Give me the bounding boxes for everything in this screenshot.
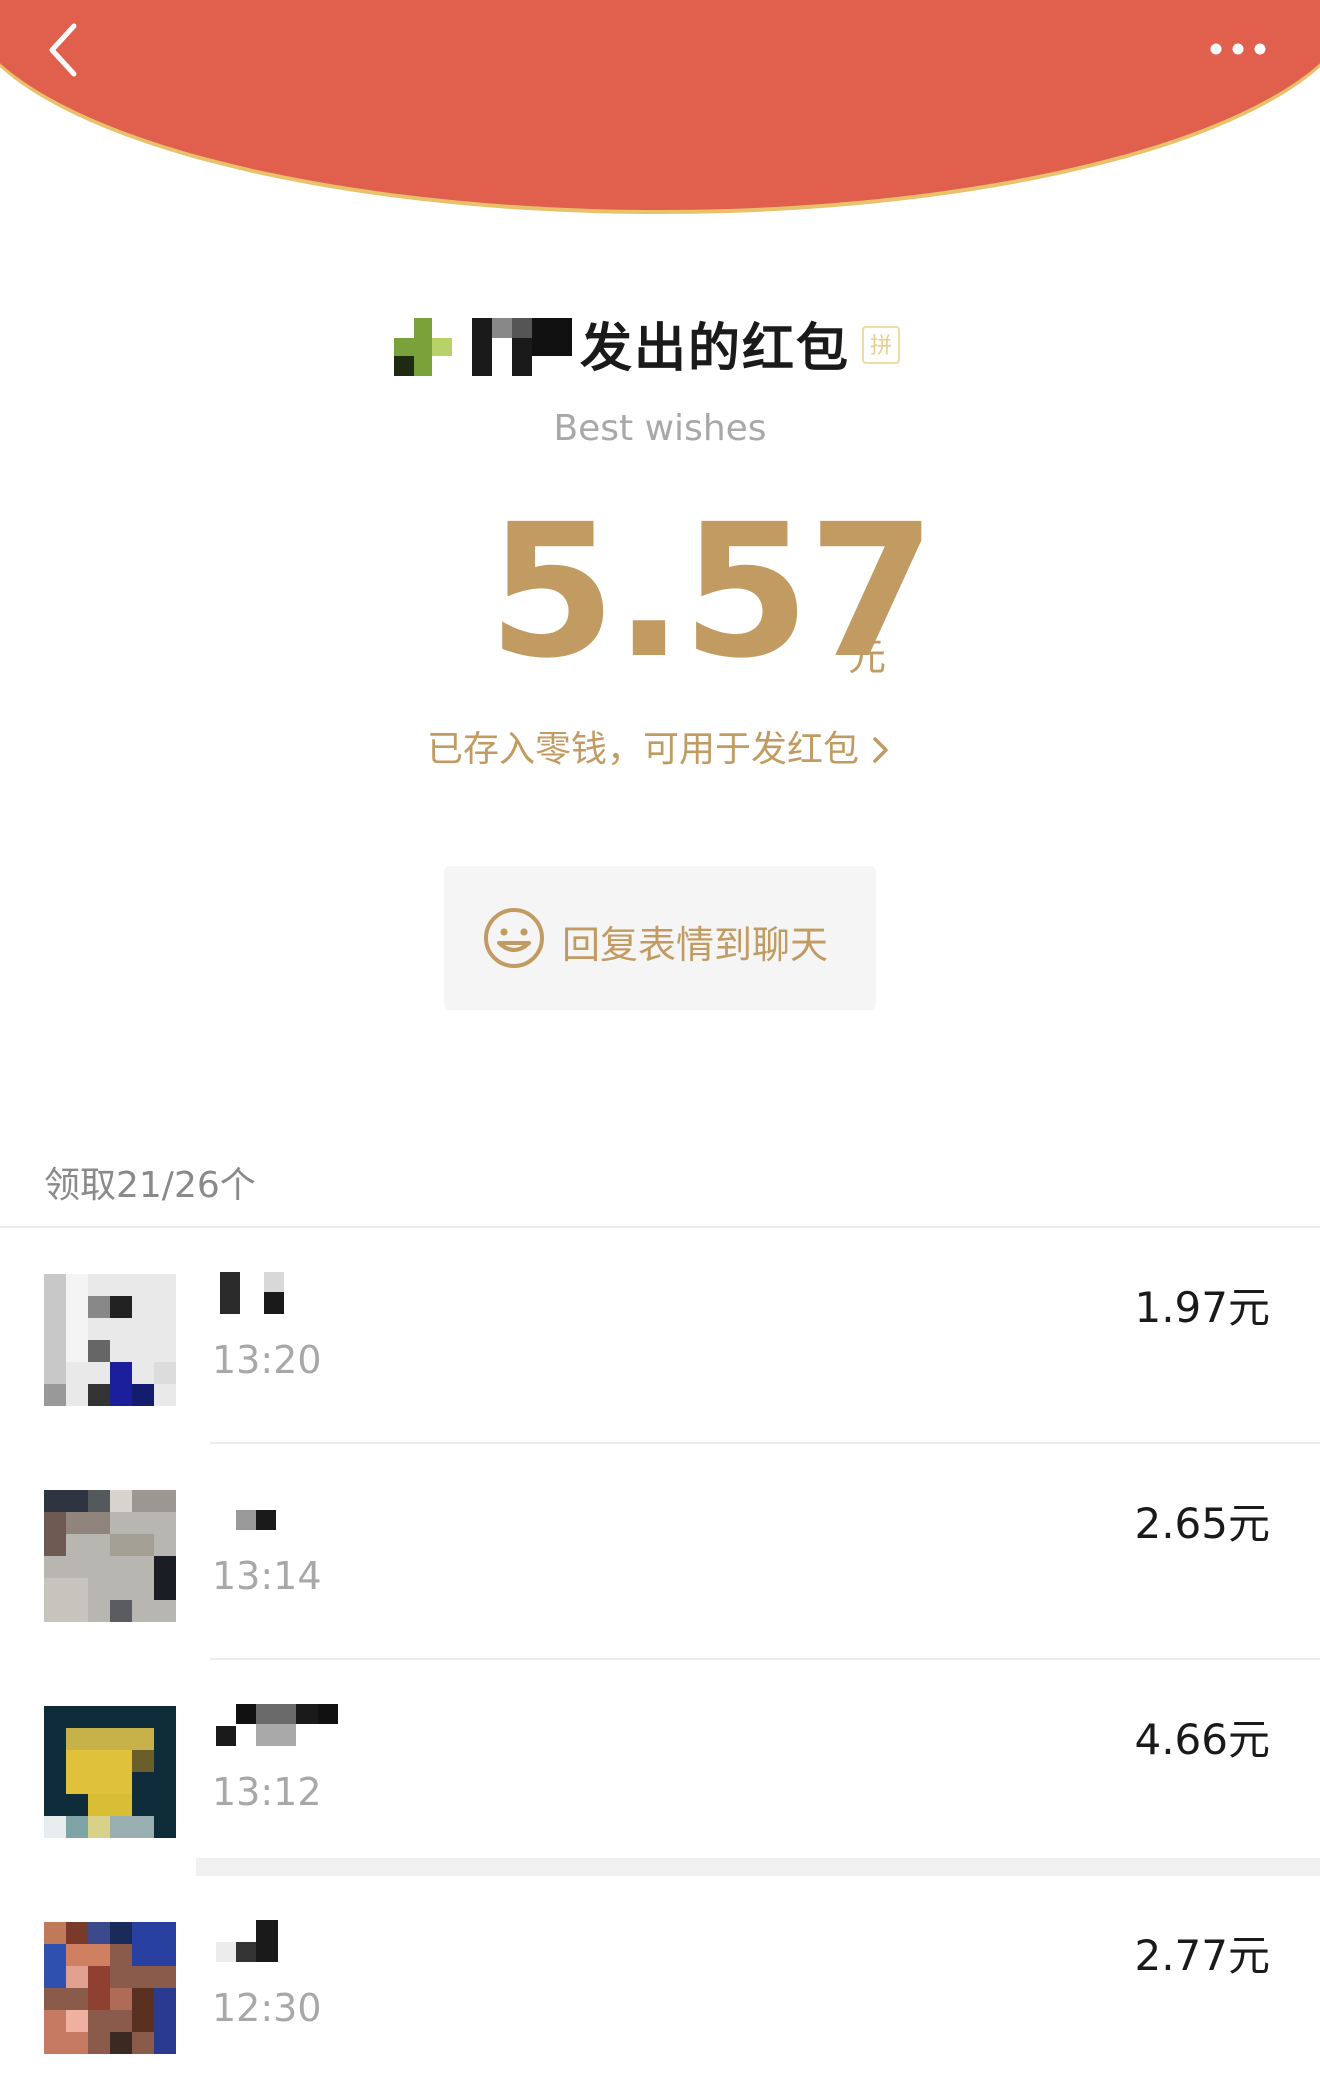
back-button[interactable] [40,18,88,82]
claim-amount: 2.65元 [1134,1499,1270,1548]
reply-sticker-button[interactable]: 回复表情到聊天 [444,866,876,1010]
claimer-avatar [44,1490,176,1622]
claimer-avatar [44,1922,176,2054]
claimer-avatar [44,1706,176,1838]
claim-amount: 4.66元 [1134,1715,1270,1764]
claim-amount: 2.77元 [1134,1931,1270,1980]
red-packet-header [0,0,1320,210]
smile-face-icon [484,908,544,968]
claim-time: 12:30 [212,1986,322,2030]
packet-title-row: 发出的红包 拼 [380,300,940,390]
claim-time: 13:14 [212,1554,322,1598]
claim-row[interactable]: 13:12 4.66元 [0,1660,1320,1876]
sender-name-mosaic [472,318,572,376]
claim-amount: 1.97元 [1134,1283,1270,1332]
wallet-saved-note: 已存入零钱，可用于发红包 [426,729,859,770]
chevron-right-icon [873,737,888,763]
received-count: 领取21/26个 [44,1165,256,1206]
claimer-name-mosaic [212,1704,352,1752]
amount-unit: 元 [848,635,887,679]
blessing-text: Best wishes [553,408,767,449]
more-button[interactable] [1208,36,1268,62]
row-divider [196,1858,1320,1876]
pin-badge: 拼 [862,326,900,364]
claim-time: 13:20 [212,1338,322,1382]
claimer-name-mosaic [212,1488,352,1536]
packet-title: 发出的红包 [580,319,851,379]
claim-row[interactable]: 13:20 1.97元 [0,1228,1320,1444]
reply-sticker-label: 回复表情到聊天 [562,923,829,967]
wallet-saved-link[interactable]: 已存入零钱，可用于发红包 [0,720,1320,772]
chevron-left-icon [49,23,77,77]
claim-row[interactable]: 13:14 2.65元 [0,1444,1320,1660]
claim-row[interactable]: 12:30 2.77元 [0,1876,1320,2092]
sender-avatar [394,318,452,376]
claimer-name-mosaic [212,1920,352,1968]
claimer-name-mosaic [212,1272,352,1320]
claim-time: 13:12 [212,1770,322,1814]
more-dots-icon [1210,43,1266,55]
claimer-avatar [44,1274,176,1406]
